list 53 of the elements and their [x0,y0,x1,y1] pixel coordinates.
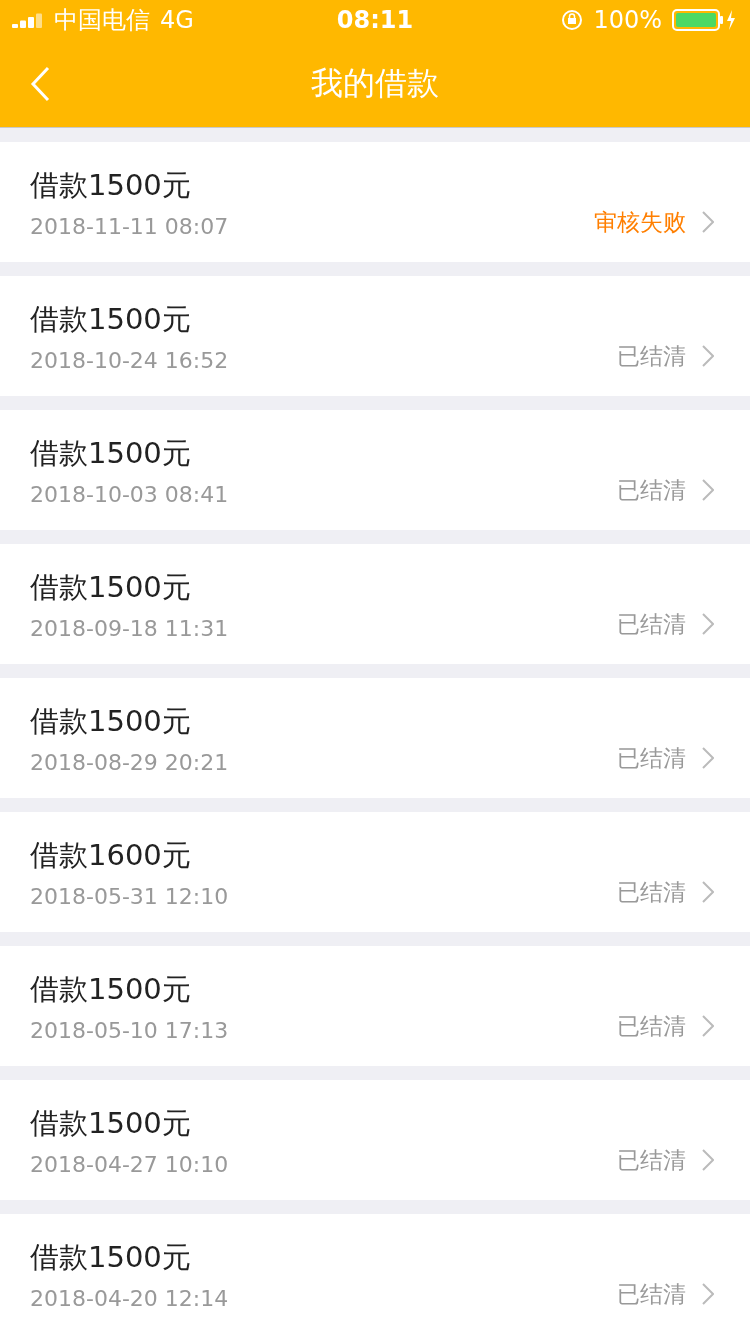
loan-date: 2018-10-24 16:52 [30,347,230,373]
loan-amount: 借款1500元 [30,970,192,1008]
loan-amount: 借款1500元 [30,434,192,472]
loan-amount: 借款1500元 [30,166,192,204]
loan-date: 2018-05-31 12:10 [30,883,230,909]
loan-row[interactable]: 借款1500元 2018-09-18 11:31 已结清 [0,544,750,664]
loan-row[interactable]: 借款1500元 2018-04-27 10:10 已结清 [0,1080,750,1200]
chevron-icon [702,613,714,635]
chevron-icon [702,345,714,367]
chevron-icon [702,747,714,769]
loan-status: 已结清 [617,877,686,907]
loan-date: 2018-09-18 11:31 [30,615,230,641]
loan-date: 2018-10-03 08:41 [30,481,230,507]
signal-icon [12,12,44,28]
loan-date: 2018-08-29 20:21 [30,749,230,775]
loan-amount: 借款1500元 [30,702,192,740]
loan-status: 已结清 [617,1279,686,1309]
network-type: 4G [160,6,194,34]
loan-amount: 借款1600元 [30,836,192,874]
loan-row[interactable]: 借款1500元 2018-11-11 08:07 审核失败 [0,142,750,262]
loan-date: 2018-05-10 17:13 [30,1017,230,1043]
loan-row[interactable]: 借款1500元 2018-10-24 16:52 已结清 [0,276,750,396]
loan-date: 2018-04-20 12:14 [30,1285,230,1311]
loan-row[interactable]: 借款1500元 2018-05-10 17:13 已结清 [0,946,750,1066]
loan-row[interactable]: 借款1600元 2018-05-31 12:10 已结清 [0,812,750,932]
chevron-icon [702,881,714,903]
loan-amount: 借款1500元 [30,300,192,338]
loan-status: 已结清 [617,609,686,639]
loan-date: 2018-11-11 08:07 [30,213,230,239]
chevron-icon [702,1149,714,1171]
loan-amount: 借款1500元 [30,1238,192,1276]
chevron-icon [702,1283,714,1305]
loan-status: 已结清 [617,1145,686,1175]
loan-row[interactable]: 借款1500元 2018-10-03 08:41 已结清 [0,410,750,530]
chevron-icon [702,479,714,501]
rotation-lock-icon [561,9,584,31]
loan-row[interactable]: 借款1500元 2018-08-29 20:21 已结清 [0,678,750,798]
carrier-name: 中国电信 [54,5,150,36]
battery-charging-icon [672,8,738,32]
chevron-icon [702,1015,714,1037]
loan-status: 已结清 [617,475,686,505]
loan-status: 已结清 [617,743,686,773]
loan-amount: 借款1500元 [30,568,192,606]
clock-time: 08:11 [336,6,414,34]
loan-status: 已结清 [617,341,686,371]
loan-row[interactable]: 借款1500元 2018-04-20 12:14 已结清 [0,1214,750,1334]
loan-status: 审核失败 [594,207,686,237]
loan-status: 已结清 [617,1011,686,1041]
loan-amount: 借款1500元 [30,1104,192,1142]
battery-percent: 100% [593,6,662,34]
page-title: 我的借款 [311,62,439,104]
loan-date: 2018-04-27 10:10 [30,1151,230,1177]
chevron-icon [702,211,714,233]
